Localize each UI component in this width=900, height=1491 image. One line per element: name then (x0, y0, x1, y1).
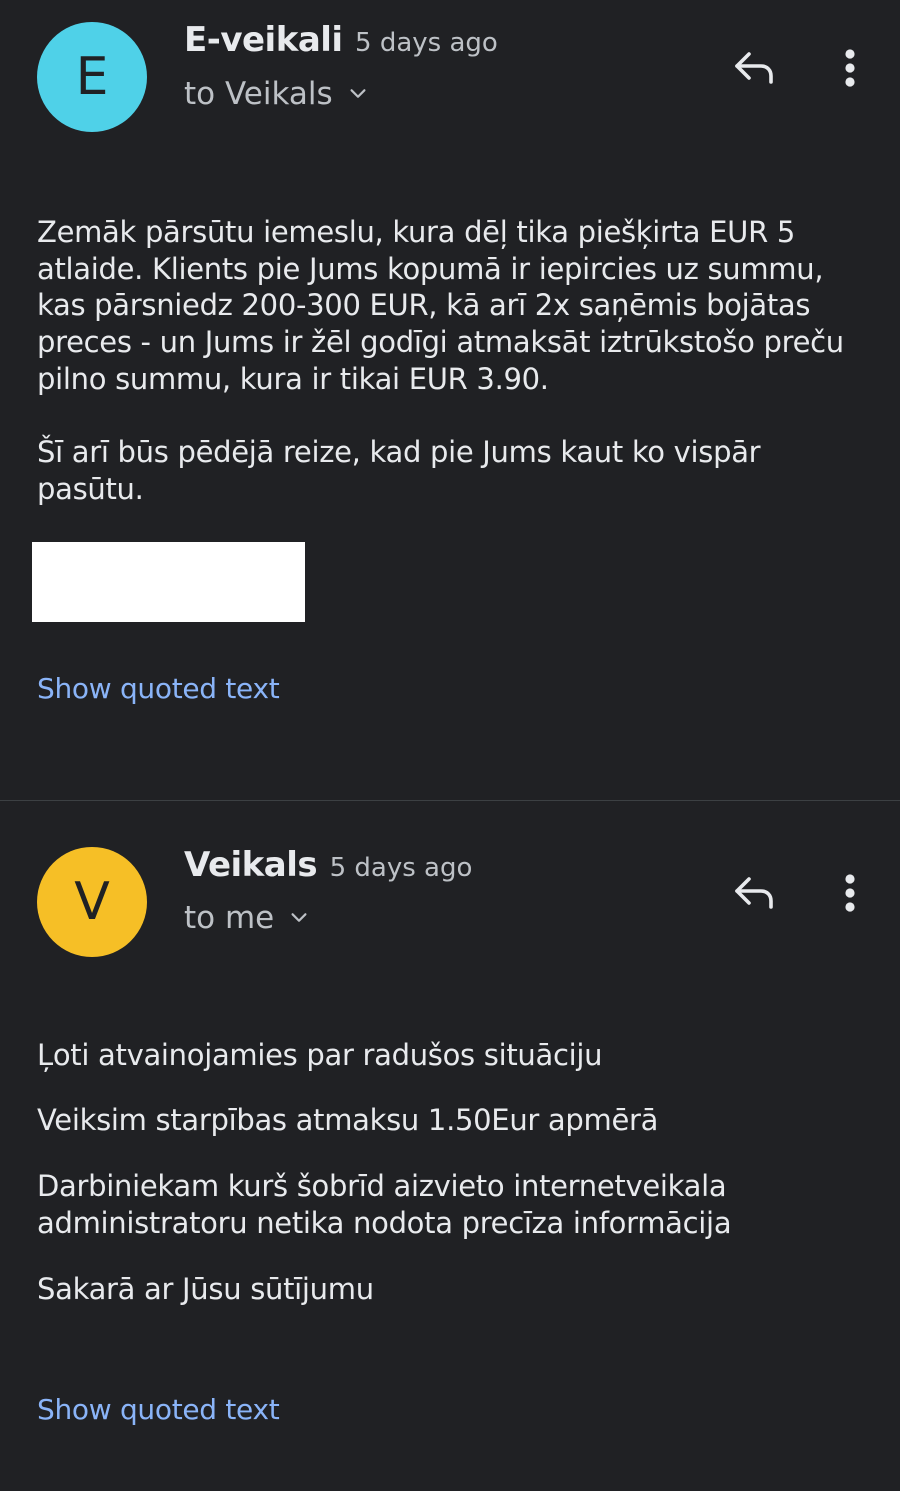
show-quoted-text-link[interactable]: Show quoted text (37, 672, 280, 705)
reply-button[interactable] (726, 40, 782, 96)
timestamp: 5 days ago (329, 853, 473, 883)
redacted-signature-block (32, 542, 305, 622)
more-options-button[interactable] (828, 865, 872, 921)
show-quoted-text-link[interactable]: Show quoted text (37, 1393, 280, 1426)
sender-line: E-veikali 5 days ago (184, 20, 498, 60)
email-message-2: V Veikals 5 days ago to me Ļoti atvainoj… (0, 801, 900, 1491)
sender-avatar[interactable]: V (37, 847, 147, 957)
message-body-paragraph: Sakarā ar Jūsu sūtījumu (37, 1272, 374, 1306)
avatar-letter: E (75, 47, 109, 107)
chevron-down-icon (291, 913, 307, 922)
sender-avatar[interactable]: E (37, 22, 147, 132)
reply-button[interactable] (726, 865, 782, 921)
more-options-button[interactable] (828, 40, 872, 96)
reply-icon (735, 877, 773, 909)
recipient-details-toggle[interactable]: to me (184, 900, 310, 936)
more-vert-icon (845, 49, 855, 87)
sender-line: Veikals 5 days ago (184, 845, 472, 885)
message-body-paragraph: Darbiniekam kurš šobrīd aizvieto interne… (37, 1169, 732, 1240)
more-vert-icon (845, 874, 855, 912)
chevron-down-icon (350, 89, 366, 98)
recipient-text: to Veikals (184, 76, 333, 112)
message-body-paragraph: Ļoti atvainojamies par radušos situāciju (37, 1038, 603, 1072)
message-body-paragraph: Zemāk pārsūtu iemeslu, kura dēļ tika pie… (37, 215, 844, 396)
message-body-paragraph: Veiksim starpības atmaksu 1.50Eur apmērā (37, 1103, 659, 1137)
recipient-details-toggle[interactable]: to Veikals (184, 76, 369, 112)
message-body-paragraph: Šī arī būs pēdējā reize, kad pie Jums ka… (37, 435, 761, 506)
email-message-1: E E-veikali 5 days ago to Veikals Zemāk … (0, 0, 900, 800)
recipient-text: to me (184, 900, 275, 936)
avatar-letter: V (74, 872, 110, 932)
timestamp: 5 days ago (355, 28, 498, 58)
reply-icon (735, 52, 773, 84)
sender-name: Veikals (184, 845, 318, 885)
sender-name: E-veikali (184, 20, 343, 60)
